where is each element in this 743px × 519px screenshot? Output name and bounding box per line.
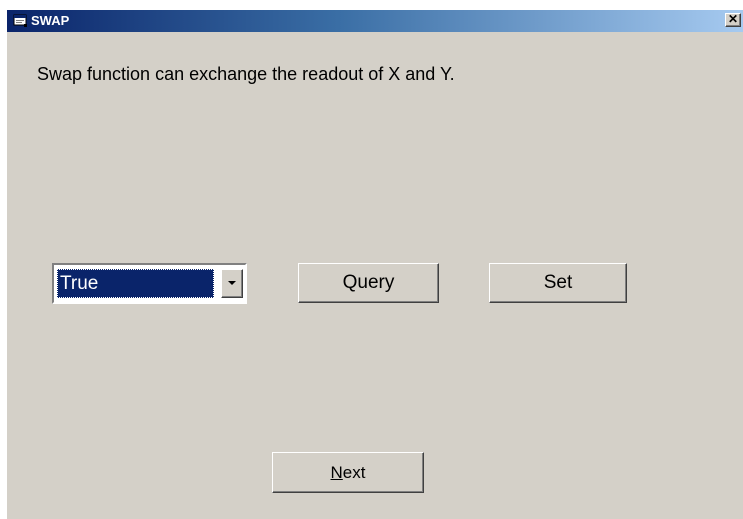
close-button[interactable]: ✕ xyxy=(725,13,741,27)
set-button[interactable]: Set xyxy=(489,263,627,303)
chevron-down-icon xyxy=(228,281,236,285)
window-app-icon[interactable] xyxy=(13,14,28,28)
combobox-dropdown-button[interactable] xyxy=(221,269,243,298)
swap-value-selected[interactable]: True xyxy=(57,269,214,298)
query-button[interactable]: Query xyxy=(298,263,439,303)
window-title: SWAP xyxy=(31,13,70,28)
swap-dialog-window: SWAP ✕ Swap function can exchange the re… xyxy=(7,10,743,519)
next-button-label: ext xyxy=(342,463,366,482)
close-icon: ✕ xyxy=(727,12,739,26)
next-button-mnemonic: N xyxy=(330,463,343,482)
description-text: Swap function can exchange the readout o… xyxy=(37,64,455,84)
title-bar[interactable]: SWAP ✕ xyxy=(7,10,743,32)
swap-value-combobox[interactable]: True xyxy=(52,263,247,304)
next-button[interactable]: Next xyxy=(272,452,424,493)
